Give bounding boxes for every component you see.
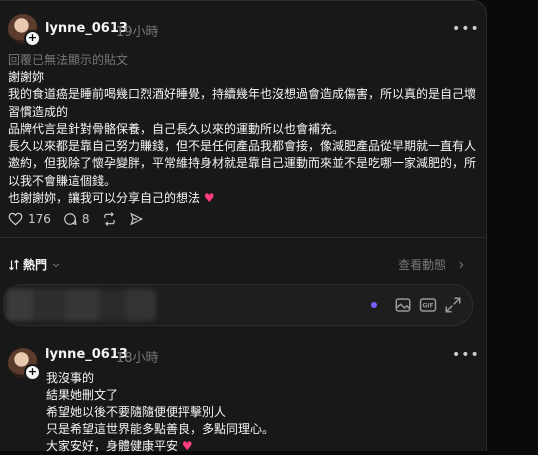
post-line: 謝謝妳 (8, 70, 45, 84)
post-line: 品牌代言是針對骨骼保養，自己長久以來的運動所以也會補充。 (8, 121, 345, 136)
view-activity-label: 查看動態 (398, 258, 447, 272)
sort-dropdown[interactable]: 熱門 (8, 256, 61, 273)
reply-time: 18小時 (116, 351, 159, 366)
avatar[interactable]: + (8, 348, 41, 381)
more-icon[interactable]: ••• (452, 21, 480, 37)
reply-context-note: 回覆已無法顯示的貼文 (8, 53, 129, 67)
page-gutter (487, 0, 538, 450)
heart-emoji-icon: ♥ (181, 439, 193, 453)
avatar[interactable]: + (8, 14, 41, 47)
status-dot (371, 302, 377, 308)
post-line: 也謝謝妳，讓我可以分享自己的想法 ♥ (8, 190, 478, 207)
sort-label: 熱門 (23, 258, 48, 272)
post-line-text: 也謝謝妳，讓我可以分享自己的想法 (8, 191, 201, 206)
chevron-down-icon (52, 262, 60, 267)
view-activity-link[interactable]: 查看動態 (398, 256, 466, 273)
reply-line: 大家安好，身體健康平安 ♥ (46, 438, 466, 455)
plus-icon[interactable]: + (24, 364, 41, 381)
gif-icon[interactable]: GIF (419, 296, 437, 314)
reply-line: 我沒事的 (46, 371, 95, 385)
like-count: 176 (28, 212, 51, 226)
share-button[interactable] (129, 212, 144, 226)
expand-icon[interactable] (444, 296, 462, 314)
blurred-user-info (6, 289, 156, 321)
post-actions: 176 8 (8, 211, 156, 227)
post-time: 19小時 (116, 25, 159, 40)
thread-panel: + lynne_0613 19小時 ••• 回覆已無法顯示的貼文 謝謝妳 我的食… (0, 0, 487, 453)
reply-composer[interactable]: GIF (3, 284, 473, 326)
repost-icon (103, 212, 115, 226)
chevron-right-icon (459, 261, 464, 269)
reply-line-text: 大家安好，身體健康平安 (46, 439, 179, 453)
post-body: 謝謝妳 我的食道癌是睡前喝幾口烈酒好睡覺，持續幾年也沒想過會造成傷害，所以真的是… (8, 69, 478, 207)
like-button[interactable]: 176 (8, 212, 51, 226)
comment-icon (64, 213, 77, 226)
post-line: 長久以來都是靠自己努力賺錢，但不是任何產品我都會接，像減肥產品從早期就一直有人邀… (8, 139, 477, 188)
post-line: 我的食道癌是睡前喝幾口烈酒好睡覺，持續幾年也沒想過會造成傷害，所以真的是自己壞習… (8, 87, 477, 119)
comment-button[interactable]: 8 (63, 212, 90, 226)
reply-body: 我沒事的 結果她刪文了 希望她以後不要隨隨便便抨擊別人 只是希望這世界能多點善良… (46, 370, 466, 455)
divider (0, 237, 486, 238)
plus-icon[interactable]: + (24, 30, 41, 47)
comment-count: 8 (81, 212, 90, 226)
share-icon (129, 212, 143, 226)
reply-line: 結果她刪文了 (46, 388, 119, 402)
image-icon[interactable] (394, 296, 412, 314)
sort-icon (9, 259, 19, 270)
more-icon[interactable]: ••• (452, 347, 480, 363)
reply-line: 只是希望這世界能多點善良，多點同理心。 (46, 422, 275, 436)
reply-line: 希望她以後不要隨隨便便抨擊別人 (46, 405, 227, 419)
repost-button[interactable] (102, 212, 117, 226)
svg-text:GIF: GIF (422, 303, 433, 310)
heart-icon (8, 212, 23, 226)
heart-emoji-icon: ♥ (203, 191, 215, 206)
